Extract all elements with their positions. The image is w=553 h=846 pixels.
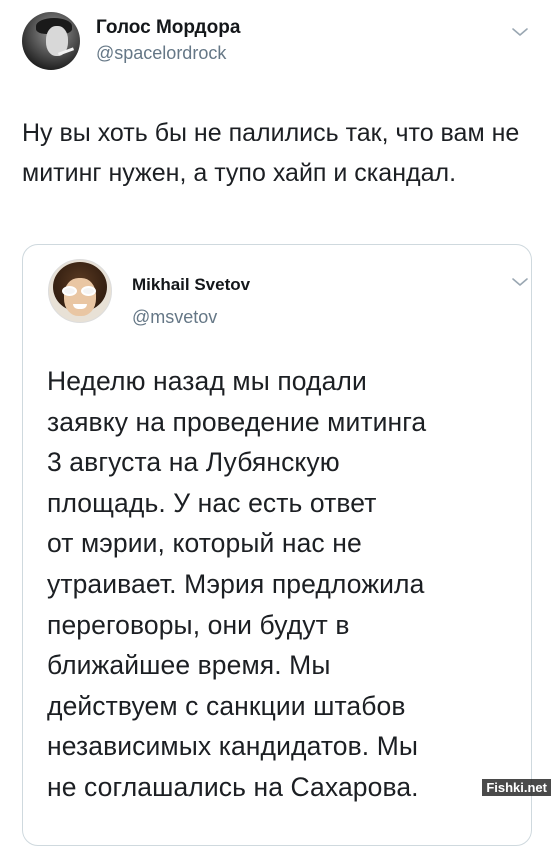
author-handle[interactable]: @spacelordrock xyxy=(96,43,226,64)
chevron-down-icon[interactable] xyxy=(511,276,529,288)
quoted-tweet-text: Неделю назад мы подали заявку на проведе… xyxy=(47,361,547,808)
quoted-text-line: действуем с санкции штабов xyxy=(47,690,406,721)
chevron-down-icon[interactable] xyxy=(511,26,529,38)
author-avatar[interactable] xyxy=(22,12,80,70)
quoted-author-name[interactable]: Mikhail Svetov xyxy=(132,275,250,295)
quoted-text-line: Неделю назад мы подали xyxy=(47,366,367,396)
quoted-text-line: площадь. У нас есть ответ xyxy=(47,487,377,518)
quoted-text-line: переговоры, они будут в xyxy=(47,609,350,640)
quoted-text-line: утраивает. Мэрия предложила xyxy=(47,568,425,599)
author-name[interactable]: Голос Мордора xyxy=(96,17,240,39)
quoted-author-handle[interactable]: @msvetov xyxy=(132,307,217,328)
quoted-text-line: независимых кандидатов. Мы xyxy=(47,731,419,762)
quoted-author-avatar[interactable] xyxy=(48,259,112,323)
quoted-text-line: ближайшее время. Мы xyxy=(47,650,331,681)
tweet: Голос Мордора @spacelordrock Ну вы хоть … xyxy=(0,0,553,846)
tweet-text: Ну вы хоть бы не палились так, что вам н… xyxy=(22,119,520,187)
quoted-text-line: не соглашались на Сахарова. xyxy=(47,771,419,802)
quoted-text-line: от мэрии, который нас не xyxy=(47,528,362,559)
quoted-text-line: 3 августа на Лубянскую xyxy=(47,447,340,478)
watermark: Fishki.net xyxy=(482,779,551,796)
quoted-text-line: заявку на проведение митинга xyxy=(47,406,427,437)
